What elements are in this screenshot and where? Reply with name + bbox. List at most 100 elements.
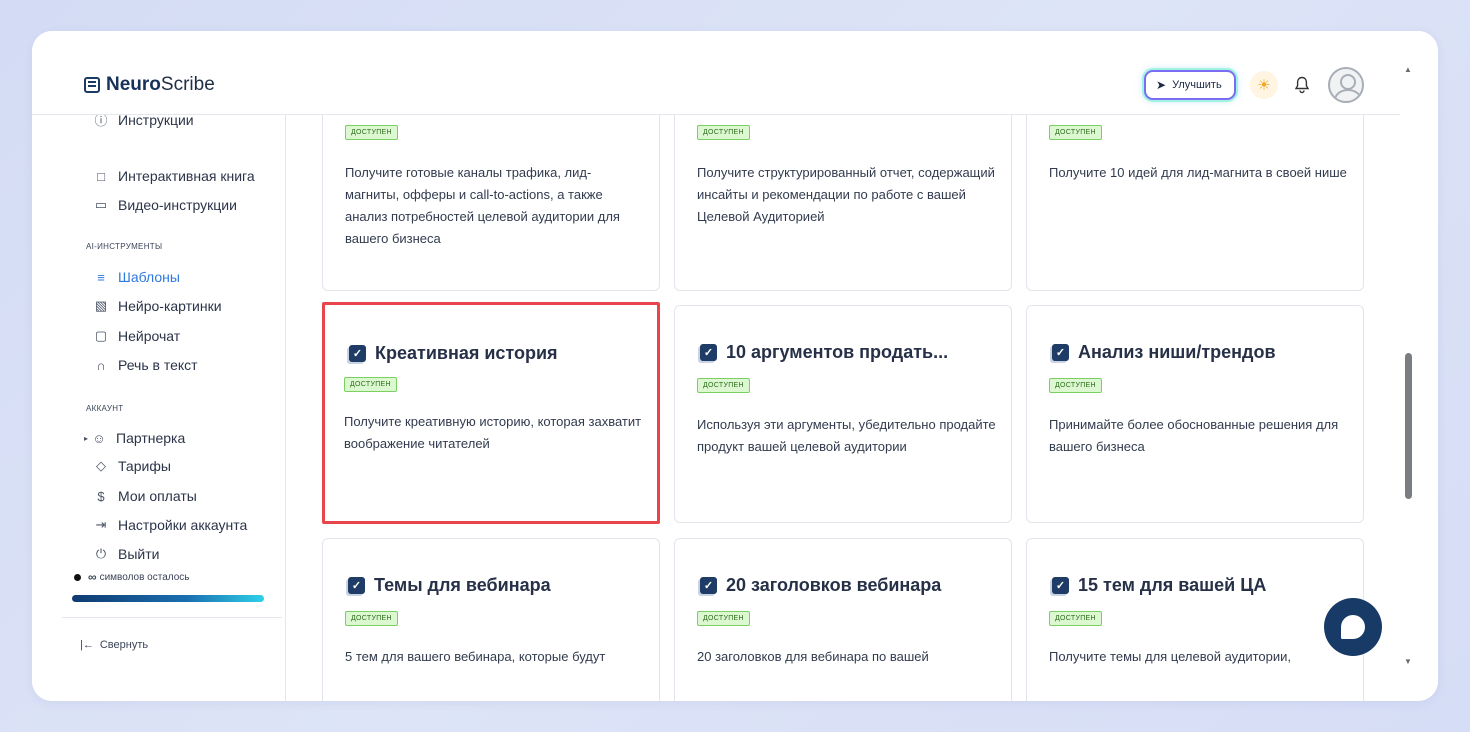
rocket-icon: ➤ (1156, 78, 1167, 92)
sidebar: ⓘ Инструкции □ Интерактивная книга ▭ Вид… (32, 112, 286, 701)
template-card-15-topics[interactable]: ✓ 15 тем для вашей ЦА доступен Получите … (1026, 538, 1364, 701)
infinity-symbol: ∞ (88, 570, 97, 584)
app-window: Neuro Scribe ➤ Улучшить ☀ ⓘ Инструкции □ … (32, 31, 1438, 701)
book-icon: □ (97, 168, 105, 184)
card-title-text: 15 тем для вашей ЦА (1078, 575, 1267, 595)
scrollbar-thumb[interactable] (1405, 353, 1412, 499)
sidebar-item-label: Речь в текст (118, 357, 198, 373)
bell-icon[interactable] (1291, 73, 1313, 97)
collapse-label: Свернуть (99, 639, 149, 651)
sidebar-item-label: Мои оплаты (118, 488, 197, 504)
collapse-button[interactable]: |← Свернуть (80, 639, 148, 651)
chat-icon: ▢ (94, 328, 108, 343)
expand-caret-icon: ▸ (84, 433, 89, 443)
sidebar-item-templates[interactable]: ≡ Шаблоны (92, 269, 180, 285)
support-chat-button[interactable] (1324, 598, 1382, 656)
card-title: ✓ Анализ ниши/трендов (1052, 342, 1276, 363)
status-badge: доступен (697, 611, 750, 626)
sidebar-item-my-payments[interactable]: $ Мои оплаты (92, 488, 197, 504)
dollar-icon: $ (97, 488, 105, 504)
theme-toggle-sun-icon[interactable]: ☀ (1250, 71, 1278, 99)
card-description: Используя эти аргументы, убедительно про… (697, 417, 996, 454)
sidebar-item-video-instructions[interactable]: ▭ Видео-инструкции (92, 197, 237, 213)
card-description: 5 тем для вашего вебинара, которые будут (345, 649, 606, 664)
sidebar-item-partner[interactable]: ▸ ☺ Партнерка (84, 430, 185, 446)
card-description: Получите 10 идей для лид-магнита в своей… (1049, 165, 1347, 180)
card-description: Принимайте более обоснованные решения дл… (1049, 417, 1339, 454)
checkbox-icon: ✓ (1052, 577, 1069, 594)
template-card-niche-analysis[interactable]: ✓ Анализ ниши/трендов доступен Принимайт… (1026, 305, 1364, 523)
section-label-ai-tools: AI-ИНСТРУМЕНТЫ (86, 242, 163, 251)
login-icon: ⇥ (95, 517, 107, 532)
headphones-icon: ∩ (96, 357, 106, 373)
status-badge: доступен (697, 378, 750, 393)
template-card[interactable]: доступен Получите 10 идей для лид-магнит… (1026, 115, 1364, 291)
checkbox-icon: ✓ (700, 344, 717, 361)
symbols-remaining-text: символов осталось (99, 571, 190, 583)
template-card-webinar-topics[interactable]: ✓ Темы для вебинара доступен 5 тем для в… (322, 538, 660, 701)
checkbox-icon: ✓ (348, 577, 365, 594)
card-title-text: 10 аргументов продать... (726, 342, 949, 362)
logo-light: Scribe (160, 74, 215, 95)
collapse-icon: |← (80, 639, 94, 651)
sidebar-item-logout[interactable]: ⏻ Выйти (92, 546, 160, 562)
user-avatar[interactable] (1328, 67, 1364, 103)
chat-bubble-icon (1341, 615, 1365, 639)
sidebar-item-neuro-images[interactable]: ▧ Нейро-картинки (92, 298, 222, 314)
sidebar-item-label: Интерактивная книга (118, 168, 255, 184)
sidebar-item-tariffs[interactable]: ◇ Тарифы (92, 458, 171, 474)
card-description: Получите структурированный отчет, содерж… (697, 165, 995, 224)
layers-icon: ≡ (97, 269, 105, 285)
sidebar-item-label: Партнерка (116, 430, 186, 446)
sidebar-item-neuro-chat[interactable]: ▢ Нейрочат (92, 328, 180, 344)
progress-fill (72, 595, 264, 602)
power-icon: ⏻ (95, 546, 107, 561)
card-title: ✓ 15 тем для вашей ЦА (1052, 575, 1266, 596)
top-header: Neuro Scribe ➤ Улучшить ☀ (32, 31, 1400, 115)
template-card[interactable]: доступен Получите готовые каналы трафика… (322, 115, 660, 291)
card-description: 20 заголовков для вебинара по вашей (697, 649, 929, 664)
users-icon: ☺ (92, 430, 106, 446)
card-title: ✓ 20 заголовков вебинара (700, 575, 941, 596)
sidebar-divider (62, 617, 282, 618)
sidebar-item-label: Нейрочат (118, 328, 181, 344)
status-badge: доступен (345, 125, 398, 140)
sidebar-item-interactive-book[interactable]: □ Интерактивная книга (92, 168, 255, 184)
symbols-progress-bar (72, 595, 264, 602)
card-title-text: Креативная история (375, 343, 558, 363)
tag-icon: ◇ (96, 458, 106, 473)
sidebar-item-speech-to-text[interactable]: ∩ Речь в текст (92, 357, 198, 373)
template-card-20-webinar-titles[interactable]: ✓ 20 заголовков вебинара доступен 20 заг… (674, 538, 1012, 701)
status-badge: доступен (1049, 378, 1102, 393)
scroll-up-arrow-icon[interactable]: ▲ (1404, 65, 1412, 74)
card-title-text: 20 заголовков вебинара (726, 575, 942, 595)
scroll-down-arrow-icon[interactable]: ▼ (1404, 657, 1412, 666)
sidebar-item-account-settings[interactable]: ⇥ Настройки аккаунта (92, 517, 248, 533)
status-badge: доступен (1049, 125, 1102, 140)
card-description: Получите темы для целевой аудитории, (1049, 649, 1291, 664)
upgrade-label: Улучшить (1172, 79, 1222, 91)
templates-grid: доступен Получите готовые каналы трафика… (286, 115, 1400, 701)
upgrade-button[interactable]: ➤ Улучшить (1144, 70, 1236, 100)
status-badge: доступен (1049, 611, 1102, 626)
status-badge: доступен (345, 611, 398, 626)
checkbox-icon: ✓ (700, 577, 717, 594)
template-card[interactable]: доступен Получите структурированный отче… (674, 115, 1012, 291)
card-title-text: Анализ ниши/трендов (1078, 342, 1276, 362)
card-title: ✓ Креативная история (349, 343, 558, 364)
card-description: Получите готовые каналы трафика, лид-маг… (345, 165, 620, 246)
checkbox-icon: ✓ (1052, 344, 1069, 361)
card-title-text: Темы для вебинара (374, 575, 551, 595)
app-logo[interactable]: Neuro Scribe (84, 74, 215, 96)
status-badge: доступен (697, 125, 750, 140)
logo-bold: Neuro (106, 74, 161, 95)
sidebar-item-label: Выйти (118, 546, 160, 562)
symbols-remaining: ∞ символов осталось (74, 570, 189, 584)
card-description: Получите креативную историю, которая зах… (344, 414, 642, 451)
sidebar-item-label: Видео-инструкции (118, 197, 237, 213)
card-title: ✓ 10 аргументов продать... (700, 342, 948, 363)
template-card-creative-story[interactable]: ✓ Креативная история доступен Получите к… (322, 302, 660, 524)
section-label-account: АККАУНТ (86, 404, 124, 413)
template-card-10-arguments[interactable]: ✓ 10 аргументов продать... доступен Испо… (674, 305, 1012, 523)
logo-icon (84, 77, 100, 93)
